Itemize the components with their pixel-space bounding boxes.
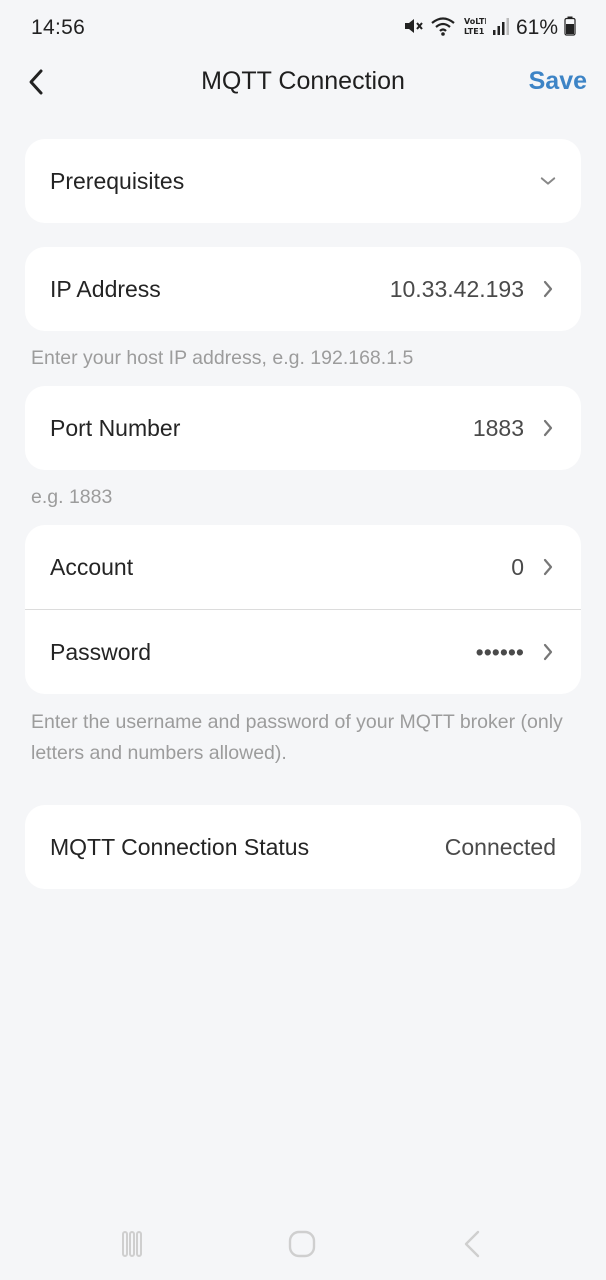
home-icon	[288, 1230, 316, 1258]
password-label: Password	[50, 638, 151, 665]
recent-apps-icon	[122, 1231, 142, 1257]
connection-status-row: MQTT Connection Status Connected	[25, 805, 581, 889]
account-row[interactable]: Account 0	[25, 525, 581, 609]
status-bar: 14:56 VoLTE LTE1	[0, 0, 606, 56]
recent-apps-button[interactable]	[112, 1226, 152, 1262]
home-button[interactable]	[282, 1226, 322, 1262]
connection-status-label: MQTT Connection Status	[50, 833, 310, 860]
port-hint: e.g. 1883	[31, 486, 113, 508]
app-header: MQTT Connection Save	[0, 56, 606, 108]
port-value: 1883	[472, 414, 524, 441]
port-row[interactable]: Port Number 1883	[25, 386, 581, 470]
chevron-down-icon	[540, 171, 556, 191]
svg-text:LTE1: LTE1	[464, 27, 485, 36]
battery-icon	[564, 16, 576, 41]
volte-icon: VoLTE LTE1	[462, 15, 490, 42]
status-icons: VoLTE LTE1 61%	[402, 14, 576, 42]
chevron-right-icon	[540, 279, 556, 299]
chevron-right-icon	[540, 418, 556, 438]
chevron-right-icon	[540, 557, 556, 577]
ip-address-card: IP Address 10.33.42.193	[25, 247, 581, 331]
credentials-hint: Enter the username and password of your …	[31, 711, 563, 764]
prerequisites-label: Prerequisites	[50, 167, 185, 194]
save-button[interactable]: Save	[529, 67, 587, 96]
port-label: Port Number	[50, 414, 181, 441]
connection-status-card: MQTT Connection Status Connected	[25, 805, 581, 889]
mute-icon	[402, 15, 424, 42]
credentials-card: Account 0 Password ••••••	[25, 525, 581, 694]
ip-address-label: IP Address	[50, 275, 161, 302]
system-nav-bar	[0, 1210, 606, 1280]
ip-address-value: 10.33.42.193	[389, 275, 524, 302]
connection-status-value: Connected	[444, 833, 556, 860]
account-label: Account	[50, 553, 134, 580]
port-card: Port Number 1883	[25, 386, 581, 470]
mqtt-connection-screen: 14:56 VoLTE LTE1	[0, 0, 606, 1280]
battery-percent: 61%	[515, 16, 558, 39]
ip-address-row[interactable]: IP Address 10.33.42.193	[25, 247, 581, 331]
page-title: MQTT Connection	[201, 67, 405, 95]
prerequisites-card: Prerequisites	[25, 139, 581, 223]
chevron-right-icon	[540, 642, 556, 662]
password-row[interactable]: Password ••••••	[25, 610, 581, 694]
password-value: ••••••	[475, 638, 524, 665]
ip-address-hint: Enter your host IP address, e.g. 192.168…	[31, 347, 414, 369]
back-icon	[464, 1230, 480, 1258]
account-value: 0	[511, 553, 524, 580]
prerequisites-row[interactable]: Prerequisites	[25, 139, 581, 223]
status-time: 14:56	[31, 16, 86, 39]
svg-text:VoLTE: VoLTE	[464, 17, 486, 26]
signal-icon	[492, 16, 510, 41]
wifi-icon	[430, 15, 456, 42]
system-back-button[interactable]	[452, 1226, 492, 1262]
